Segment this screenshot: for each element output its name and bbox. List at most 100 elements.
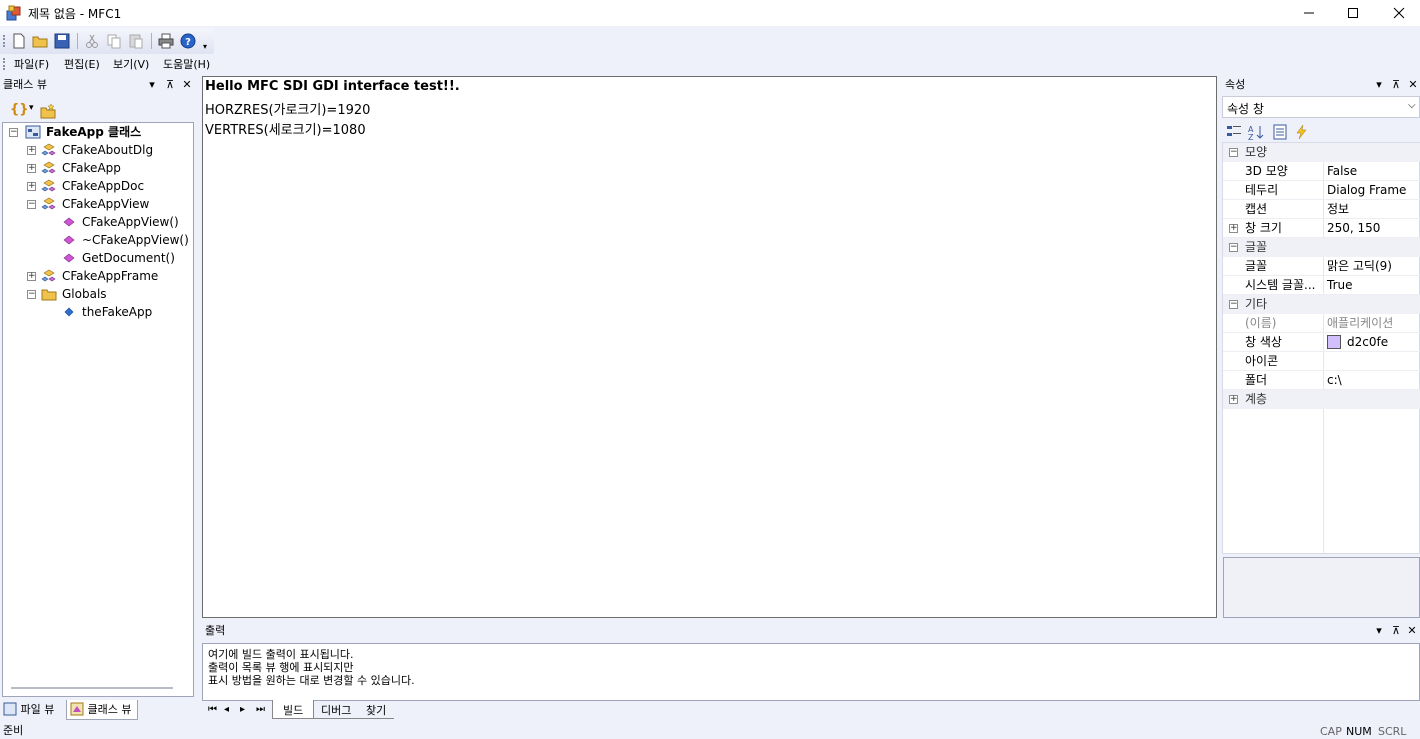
class-icon (41, 269, 56, 282)
properties-combo-value: 속성 창 (1227, 102, 1264, 116)
property-category[interactable]: − 글꼴 (1223, 238, 1420, 257)
help-button[interactable]: ? (178, 31, 198, 51)
status-text: 준비 (3, 724, 24, 737)
minimize-button[interactable] (1286, 0, 1332, 26)
properties-menu-button[interactable]: ▾ (1372, 76, 1386, 94)
property-category[interactable]: − 모양 (1223, 143, 1420, 162)
classview-menu-button[interactable]: ▾ (145, 76, 159, 94)
collapse-icon[interactable]: − (27, 290, 36, 299)
class-sort-icon[interactable]: {} (10, 102, 29, 117)
property-pages-icon[interactable] (1272, 124, 1288, 140)
maximize-icon (1348, 8, 1358, 18)
tab-debug[interactable]: 디버그 (313, 700, 360, 719)
collapse-icon[interactable]: − (27, 200, 36, 209)
output-line-3: 표시 방법을 원하는 대로 변경할 수 있습니다. (208, 674, 415, 687)
cut-button[interactable] (82, 31, 102, 51)
menu-grip[interactable] (3, 58, 5, 70)
expand-icon[interactable]: + (1229, 395, 1238, 404)
property-name: 창 크기 (1245, 221, 1282, 235)
property-row[interactable]: 아이콘 (1223, 352, 1420, 371)
collapse-icon[interactable]: − (1229, 300, 1238, 309)
toolbar-overflow-icon[interactable]: ▾ (203, 42, 207, 51)
color-swatch[interactable] (1327, 335, 1341, 349)
property-row[interactable]: (이름) 애플리케이션 (1223, 314, 1420, 333)
collapse-icon[interactable]: − (9, 128, 18, 137)
classview-pin-icon[interactable]: ⊼ (163, 76, 177, 94)
class-icon (41, 197, 56, 210)
tab-file-view[interactable]: 파일 뷰 (3, 701, 54, 719)
expand-icon[interactable]: + (1229, 224, 1238, 233)
toolbar-grip[interactable] (3, 35, 5, 47)
property-row[interactable]: + 창 크기 250, 150 (1223, 219, 1420, 238)
property-row[interactable]: 테두리 Dialog Frame (1223, 181, 1420, 200)
close-button[interactable] (1376, 0, 1420, 26)
property-category[interactable]: + 계층 (1223, 390, 1420, 409)
paste-icon (129, 34, 143, 49)
classview-hscrollbar[interactable] (11, 687, 173, 689)
tab-file-view-label: 파일 뷰 (20, 703, 55, 716)
class-view-pane: − FakeApp 클래스 + CFakeAboutDlg + CFakeApp + CF… (2, 122, 194, 697)
output-menu-button[interactable]: ▾ (1372, 622, 1386, 640)
properties-pin-icon[interactable]: ⊼ (1389, 76, 1403, 94)
last-tab-button[interactable]: ⏭ (256, 704, 265, 715)
paste-button[interactable] (126, 31, 146, 51)
property-row[interactable]: 창 색상 d2c0fe (1223, 333, 1420, 352)
next-tab-button[interactable]: ▸ (240, 704, 245, 715)
menu-help[interactable]: 도움말(H) (163, 56, 210, 72)
output-close-icon[interactable]: ✕ (1405, 622, 1419, 640)
tab-find[interactable]: 찾기 (358, 700, 395, 719)
menu-view[interactable]: 보기(V) (113, 56, 149, 72)
property-value: d2c0fe (1327, 333, 1388, 352)
expand-icon[interactable]: + (27, 272, 36, 281)
output-pin-icon[interactable]: ⊼ (1389, 622, 1403, 640)
output-header: 출력 ▾ ⊼ ✕ (202, 622, 1420, 640)
copy-button[interactable] (104, 31, 124, 51)
properties-close-icon[interactable]: ✕ (1406, 76, 1420, 94)
expand-icon[interactable]: + (27, 146, 36, 155)
prev-tab-button[interactable]: ◂ (224, 704, 229, 715)
property-value: Dialog Frame (1327, 183, 1407, 197)
new-folder-icon[interactable] (40, 103, 56, 119)
document-view[interactable]: Hello MFC SDI GDI interface test!!. HORZ… (202, 76, 1217, 618)
categorized-icon[interactable] (1226, 124, 1242, 140)
properties-toolbar: AZ (1224, 122, 1324, 142)
properties-combo[interactable]: 속성 창 ⌵ (1222, 96, 1420, 118)
method-icon (63, 253, 75, 263)
collapse-icon[interactable]: − (1229, 148, 1238, 157)
property-category[interactable]: − 기타 (1223, 295, 1420, 314)
property-row[interactable]: 3D 모양 False (1223, 162, 1420, 181)
first-tab-button[interactable]: ⏮ (208, 704, 217, 715)
new-button[interactable] (9, 31, 29, 51)
sort-dropdown-icon[interactable]: ▾ (29, 103, 34, 113)
maximize-button[interactable] (1330, 0, 1376, 26)
property-value: 250, 150 (1327, 221, 1381, 235)
property-name: 캡션 (1245, 202, 1268, 216)
property-value: True (1327, 278, 1353, 292)
property-grid: − 모양 3D 모양 False 테두리 Dialog Frame 캡션 정보 + 창 크기 250… (1222, 142, 1420, 554)
events-lightning-icon[interactable] (1294, 124, 1310, 140)
output-pane[interactable]: 여기에 빌드 출력이 표시됩니다. 출력이 목록 뷰 행에 표시되지만 표시 방… (202, 643, 1420, 701)
save-button[interactable] (52, 31, 72, 51)
menu-file[interactable]: 파일(F) (14, 56, 49, 72)
property-row[interactable]: 캡션 정보 (1223, 200, 1420, 219)
property-row[interactable]: 시스템 글꼴... True (1223, 276, 1420, 295)
tab-class-view[interactable]: 클래스 뷰 (66, 700, 138, 720)
menu-edit[interactable]: 편집(E) (64, 56, 100, 72)
property-row[interactable]: 폴더 c:\ (1223, 371, 1420, 390)
classview-close-icon[interactable]: ✕ (180, 76, 194, 94)
alphabetical-icon[interactable]: AZ (1248, 124, 1264, 140)
open-button[interactable] (30, 31, 50, 51)
app-icon (6, 5, 21, 21)
menu-bar: 파일(F) 편집(E) 보기(V) 도움말(H) (0, 54, 1420, 74)
tree-item-label: CFakeAppView() (82, 215, 179, 229)
property-row[interactable]: 글꼴 맑은 고딕(9) (1223, 257, 1420, 276)
expand-icon[interactable]: + (27, 182, 36, 191)
property-value: 맑은 고딕(9) (1327, 259, 1392, 273)
tab-build[interactable]: 빌드 (272, 700, 315, 719)
collapse-icon[interactable]: − (1229, 243, 1238, 252)
tree-item-label: Globals (62, 287, 107, 301)
property-value: c:\ (1327, 373, 1342, 387)
print-button[interactable] (156, 31, 176, 51)
expand-icon[interactable]: + (27, 164, 36, 173)
open-folder-icon (32, 36, 48, 48)
